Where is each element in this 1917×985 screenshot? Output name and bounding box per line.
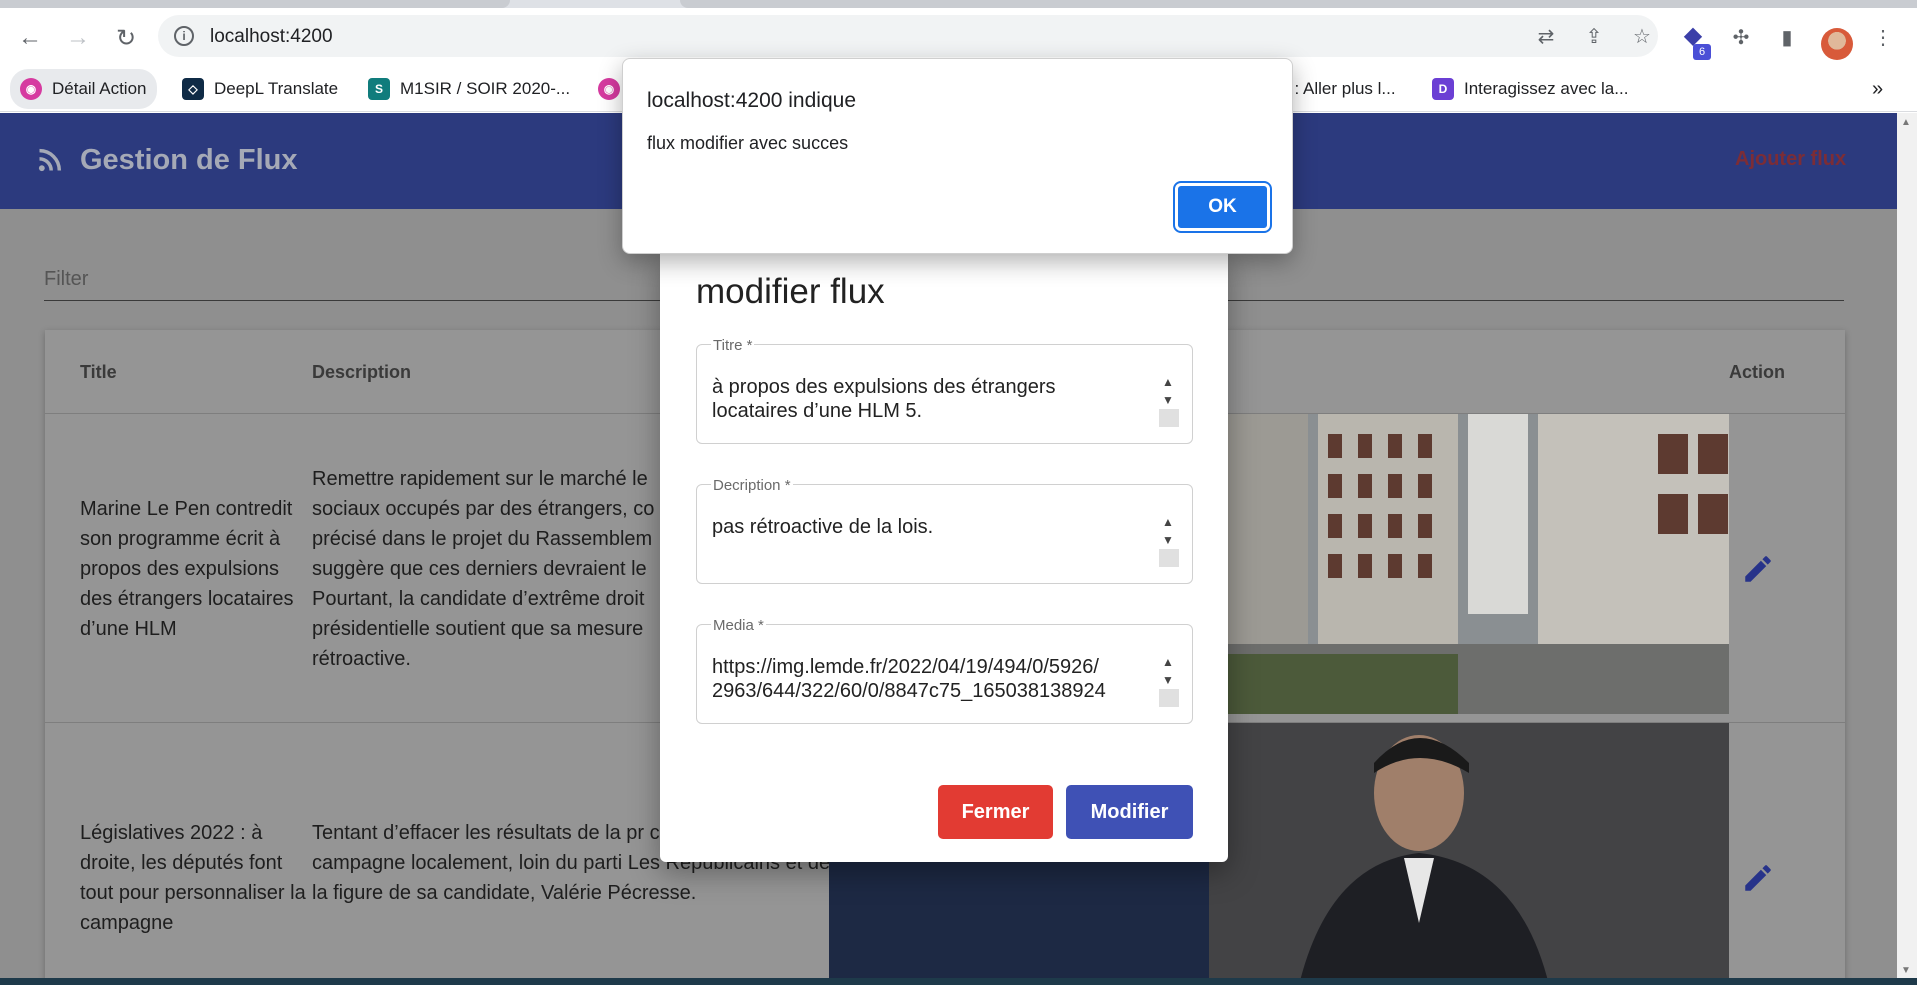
bookmark-detail-action[interactable]: ◉ Détail Action (10, 69, 157, 109)
puzzle-icon[interactable]: ✣ (1728, 24, 1754, 50)
row1-title: Marine Le Pen contredit son programme éc… (80, 498, 294, 640)
bookmarks-overflow-icon[interactable]: » (1872, 69, 1883, 109)
browser-alert: localhost:4200 indique flux modifier ave… (622, 58, 1293, 254)
app-title: Gestion de Flux (80, 144, 298, 176)
taskbar (0, 978, 1917, 985)
titre-field[interactable]: Titre * à propos des expulsions des étra… (696, 337, 1193, 444)
header-description: Description (312, 362, 412, 382)
dialog-title: modifier flux (696, 272, 885, 311)
extension-badge: 6 (1693, 44, 1711, 60)
reload-icon[interactable]: ↻ (110, 22, 142, 54)
media-label: Media * (711, 617, 766, 634)
titre-label: Titre * (711, 337, 755, 354)
scroll-down-icon[interactable]: ▼ (1157, 671, 1179, 689)
alert-message: flux modifier avec succes (647, 133, 849, 153)
resize-handle-icon[interactable] (1159, 549, 1179, 567)
description-scrollbar[interactable]: ▲ ▼ (1157, 513, 1179, 567)
alert-ok-button[interactable]: OK (1173, 181, 1272, 233)
scroll-down-icon[interactable]: ▼ (1901, 965, 1911, 976)
url-text: localhost:4200 (210, 26, 333, 47)
titre-textarea[interactable]: à propos des expulsions des étrangers lo… (712, 375, 1142, 425)
site-info-icon[interactable]: i (174, 26, 194, 46)
row1-media-image (1228, 414, 1729, 714)
scroll-up-icon[interactable]: ▲ (1157, 373, 1179, 391)
scroll-up-icon[interactable]: ▲ (1157, 653, 1179, 671)
bookmark-favicon: ◉ (598, 78, 620, 100)
bookmark-label: M1SIR / SOIR 2020-... (400, 79, 571, 98)
deepl-icon: ◇ (182, 78, 204, 100)
alert-title: localhost:4200 indique (647, 89, 856, 112)
bookmark-label: l : Aller plus l... (1286, 79, 1396, 98)
header-title: Title (80, 362, 117, 382)
description-field[interactable]: Decription * pas rétroactive de la lois.… (696, 477, 1193, 584)
filter-input[interactable]: Filter (44, 268, 88, 291)
forward-icon[interactable]: → (62, 22, 94, 54)
close-button[interactable]: Fermer (938, 785, 1053, 839)
description-textarea[interactable]: pas rétroactive de la lois. (712, 515, 1142, 565)
row1-edit-icon[interactable] (1741, 552, 1775, 586)
bookmark-m1sir[interactable]: S M1SIR / SOIR 2020-... (368, 69, 570, 109)
tab-strip (0, 0, 1917, 8)
row1-description: Remettre rapidement sur le marché le soc… (312, 468, 655, 670)
scroll-up-icon[interactable]: ▲ (1157, 513, 1179, 531)
bookmark-star-icon[interactable]: ☆ (1629, 23, 1655, 49)
add-flux-button[interactable]: Ajouter flux (1735, 148, 1846, 171)
titre-scrollbar[interactable]: ▲ ▼ (1157, 373, 1179, 427)
bookmark-favicon: D (1432, 78, 1454, 100)
address-bar[interactable]: i localhost:4200 ⇄ ⇪ ☆ (158, 15, 1658, 57)
scroll-down-icon[interactable]: ▼ (1157, 391, 1179, 409)
bookmark-label: Détail Action (52, 79, 147, 98)
bookmark-interagissez[interactable]: D Interagissez avec la... (1432, 69, 1628, 109)
bookmark-label: Interagissez avec la... (1464, 79, 1629, 98)
share-icon[interactable]: ⇪ (1581, 23, 1607, 49)
resize-handle-icon[interactable] (1159, 689, 1179, 707)
media-scrollbar[interactable]: ▲ ▼ (1157, 653, 1179, 707)
bookmark-label: DeepL Translate (214, 79, 339, 98)
media-textarea[interactable]: https://img.lemde.fr/2022/04/19/494/0/59… (712, 655, 1142, 705)
sharepoint-icon: S (368, 78, 390, 100)
page-scrollbar[interactable]: ▲ ▼ (1897, 113, 1917, 985)
scroll-down-icon[interactable]: ▼ (1157, 531, 1179, 549)
row2-edit-icon[interactable] (1741, 861, 1775, 895)
avatar[interactable] (1821, 28, 1853, 60)
scroll-up-icon[interactable]: ▲ (1901, 117, 1911, 128)
resize-handle-icon[interactable] (1159, 409, 1179, 427)
row2-title: Législatives 2022 : à droite, les député… (80, 822, 306, 934)
description-label: Decription * (711, 477, 793, 494)
back-icon[interactable]: ← (14, 22, 46, 54)
translate-icon[interactable]: ⇄ (1533, 23, 1559, 49)
modify-flux-dialog: modifier flux Titre * à propos des expul… (660, 248, 1228, 862)
modify-button[interactable]: Modifier (1066, 785, 1193, 839)
media-field[interactable]: Media * https://img.lemde.fr/2022/04/19/… (696, 617, 1193, 724)
bookmark-favicon: ◉ (20, 78, 42, 100)
header-action: Action (1729, 362, 1785, 382)
rss-icon (38, 148, 62, 172)
more-menu-icon[interactable]: ⋮ (1870, 24, 1896, 50)
bookmark-aller-plus[interactable]: l : Aller plus l... (1286, 69, 1396, 109)
bookmark-deepl[interactable]: ◇ DeepL Translate (182, 69, 338, 109)
page: { "browser": { "url": "localhost:4200", … (0, 0, 1917, 985)
side-panel-icon[interactable]: ▮ (1774, 24, 1800, 50)
